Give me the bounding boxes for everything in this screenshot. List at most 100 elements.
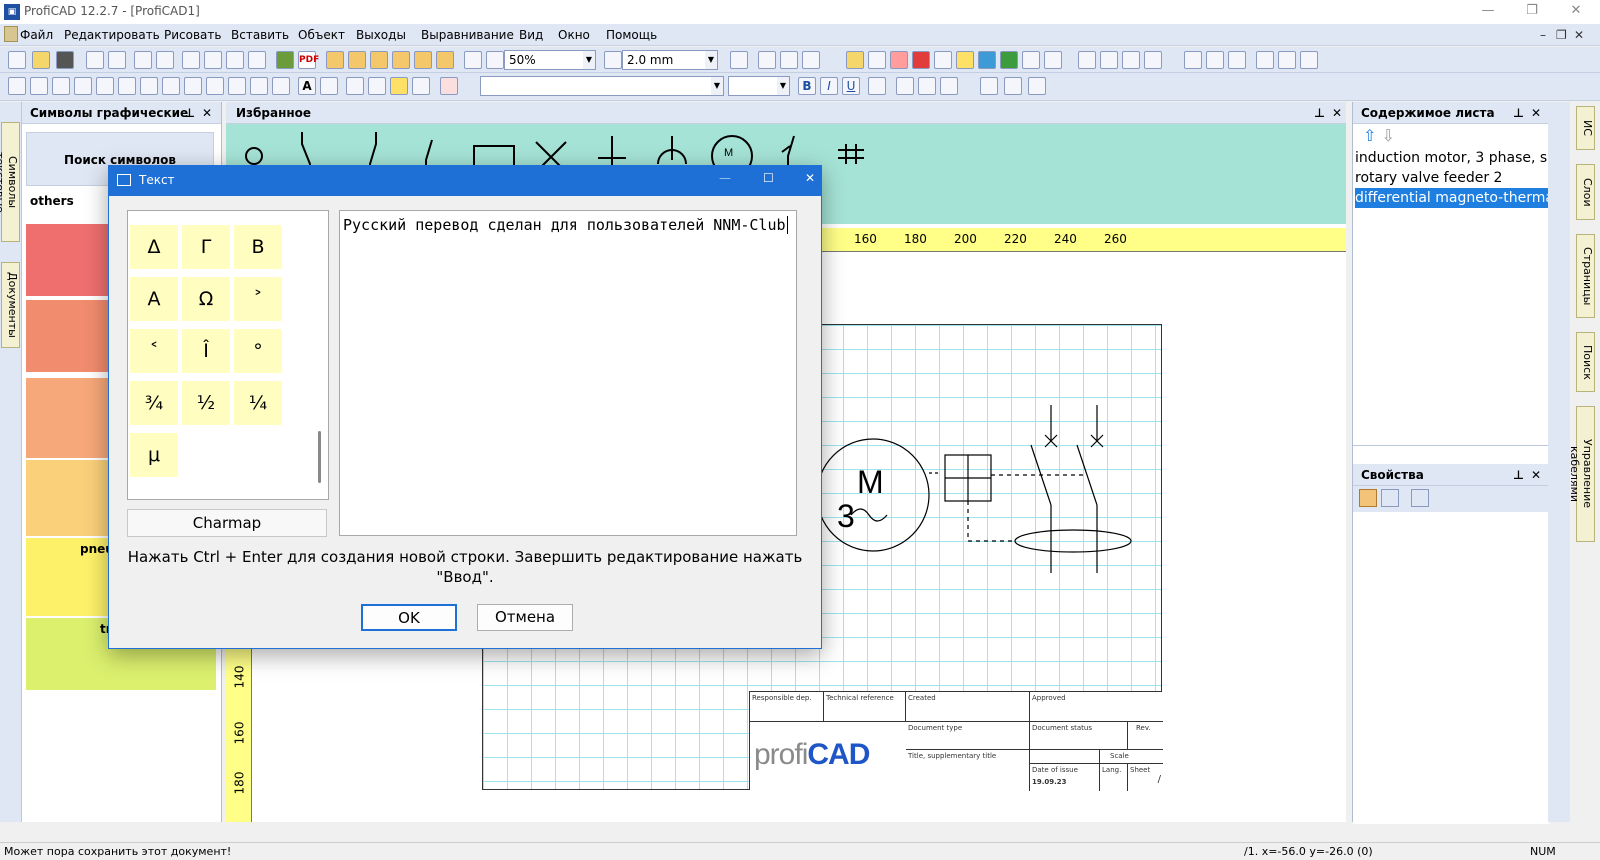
- menu-help[interactable]: Помощь: [606, 28, 657, 42]
- char-greater[interactable]: ˃: [234, 277, 282, 321]
- dimension-icon[interactable]: [980, 77, 998, 95]
- text-zoom-icon[interactable]: [868, 77, 886, 95]
- underline-button[interactable]: U: [842, 77, 860, 95]
- rotate-left-icon[interactable]: [370, 51, 388, 69]
- favorites-close-icon[interactable]: ✕: [1332, 106, 1342, 120]
- copy-icon[interactable]: [204, 51, 222, 69]
- open-icon[interactable]: [32, 51, 50, 69]
- arrow-left-icon[interactable]: [436, 51, 454, 69]
- mdi-minimize-icon[interactable]: –: [1540, 28, 1546, 42]
- char-omega[interactable]: Ω: [182, 277, 230, 321]
- char-beta[interactable]: Β: [234, 225, 282, 269]
- back-icon[interactable]: [1144, 51, 1162, 69]
- contents-close-icon[interactable]: ✕: [1531, 106, 1541, 120]
- rounded-rect-tool-icon[interactable]: [140, 77, 158, 95]
- sort-az-icon[interactable]: [1380, 489, 1399, 507]
- mdi-close-icon[interactable]: ✕: [1574, 28, 1584, 42]
- font-size-select[interactable]: ▼: [728, 76, 790, 96]
- tab-layers[interactable]: Слои: [1576, 164, 1595, 220]
- categorized-icon[interactable]: [1359, 489, 1377, 507]
- hatch-tool-icon[interactable]: [228, 77, 246, 95]
- undo-icon[interactable]: [86, 51, 104, 69]
- polyline-tool-icon[interactable]: [30, 77, 48, 95]
- char-less[interactable]: ˂: [130, 329, 178, 373]
- phone-icon[interactable]: [1022, 51, 1040, 69]
- print-preview-icon[interactable]: [134, 51, 152, 69]
- binoculars-icon[interactable]: [1044, 51, 1062, 69]
- char-degree[interactable]: °: [234, 329, 282, 373]
- terminal-tool-icon[interactable]: [412, 77, 430, 95]
- menu-outputs[interactable]: Выходы: [356, 28, 406, 42]
- tab-cables[interactable]: Управление кабелями: [1568, 406, 1595, 542]
- property-pages-icon[interactable]: [1410, 489, 1429, 507]
- text-align-center-icon[interactable]: [918, 77, 936, 95]
- menu-insert[interactable]: Вставить: [231, 28, 289, 42]
- measure-icon[interactable]: [1004, 77, 1022, 95]
- arc-tool-icon[interactable]: [52, 77, 70, 95]
- menu-draw[interactable]: Рисовать: [164, 28, 221, 42]
- format-painter-icon[interactable]: [226, 51, 244, 69]
- line-width-select[interactable]: 2.0 mm ▼: [622, 50, 718, 70]
- bezier-tool-icon[interactable]: [74, 77, 92, 95]
- char-quarter[interactable]: ¼: [234, 381, 282, 425]
- symbols-icon[interactable]: [934, 51, 952, 69]
- columns-icon[interactable]: [780, 51, 798, 69]
- cut-icon[interactable]: [182, 51, 200, 69]
- pin-icon[interactable]: ⊥: [184, 106, 195, 120]
- align-top-icon[interactable]: [1256, 51, 1274, 69]
- text-tool-icon[interactable]: A: [298, 77, 316, 95]
- chars-scrollbar[interactable]: [318, 431, 321, 483]
- new-icon[interactable]: [8, 51, 26, 69]
- mirror-icon[interactable]: [414, 51, 432, 69]
- bold-button[interactable]: B: [798, 77, 816, 95]
- heart-icon[interactable]: [912, 51, 930, 69]
- ungroup-icon[interactable]: [1100, 51, 1118, 69]
- pointer-tool-icon[interactable]: [440, 77, 458, 95]
- folder-icon[interactable]: [846, 51, 864, 69]
- rect-tool-icon[interactable]: [118, 77, 136, 95]
- dialog-close-icon[interactable]: ✕: [805, 171, 815, 185]
- text-align-left-icon[interactable]: [896, 77, 914, 95]
- contents-pin-icon[interactable]: ⊥: [1513, 106, 1524, 120]
- tab-search[interactable]: Поиск: [1576, 332, 1595, 392]
- charmap-button[interactable]: Charmap: [127, 509, 327, 537]
- network-icon[interactable]: [868, 51, 886, 69]
- char-three-quarters[interactable]: ¾: [130, 381, 178, 425]
- menu-view[interactable]: Вид: [519, 28, 543, 42]
- menu-window[interactable]: Окно: [558, 28, 590, 42]
- move-down-icon[interactable]: ⇩: [1382, 126, 1395, 145]
- tools-icon[interactable]: [802, 51, 820, 69]
- zoom-in-icon[interactable]: [486, 51, 504, 69]
- layers-icon[interactable]: [1000, 51, 1018, 69]
- front-icon[interactable]: [1122, 51, 1140, 69]
- tab-ic[interactable]: ИС: [1576, 106, 1595, 150]
- minimize-button[interactable]: —: [1466, 0, 1510, 24]
- save-icon[interactable]: [56, 51, 74, 69]
- book-icon[interactable]: [978, 51, 996, 69]
- tab-documents[interactable]: Документы: [1, 262, 20, 348]
- char-gamma[interactable]: Γ: [182, 225, 230, 269]
- line-tool-icon[interactable]: [8, 77, 26, 95]
- close-window-button[interactable]: ✕: [1554, 0, 1598, 24]
- print-icon[interactable]: [156, 51, 174, 69]
- label-tool-icon[interactable]: [390, 77, 408, 95]
- cross-tool-icon[interactable]: [206, 77, 224, 95]
- mdi-restore-icon[interactable]: ❐: [1556, 28, 1567, 42]
- junction-tool-icon[interactable]: [346, 77, 364, 95]
- zoom-fit-icon[interactable]: [464, 51, 482, 69]
- properties-close-icon[interactable]: ✕: [1531, 468, 1541, 482]
- menu-align[interactable]: Выравнивание: [421, 28, 514, 42]
- menu-object[interactable]: Объект: [298, 28, 345, 42]
- node-tool-icon[interactable]: [368, 77, 386, 95]
- font-select[interactable]: ▼: [480, 76, 724, 96]
- menu-file[interactable]: Файл: [20, 28, 53, 42]
- rotate-right-icon[interactable]: [392, 51, 410, 69]
- char-delta[interactable]: Δ: [130, 225, 178, 269]
- shape-tool-icon[interactable]: [250, 77, 268, 95]
- list-tool-icon[interactable]: [272, 77, 290, 95]
- cancel-button[interactable]: Отмена: [477, 604, 573, 631]
- connect-icon[interactable]: [890, 51, 908, 69]
- export-image-icon[interactable]: [276, 51, 294, 69]
- properties-pin-icon[interactable]: ⊥: [1513, 468, 1524, 482]
- menu-edit[interactable]: Редактировать: [64, 28, 160, 42]
